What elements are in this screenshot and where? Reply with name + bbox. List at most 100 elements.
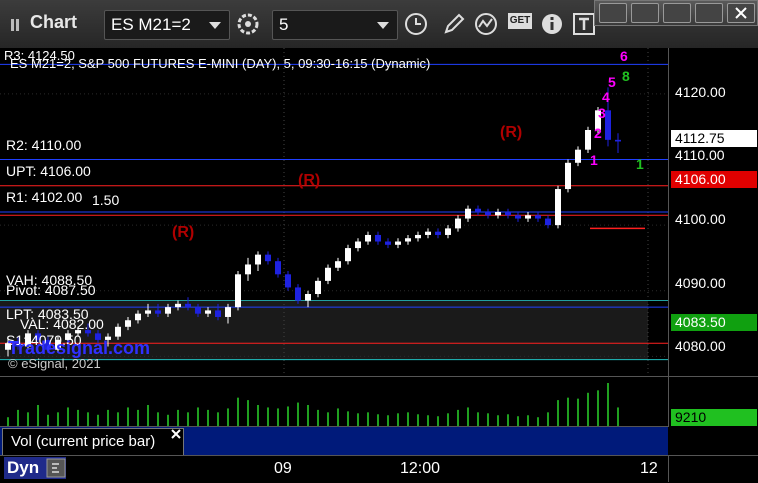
lpt-price-tag: 4083.50 — [671, 314, 757, 331]
candle-body — [325, 267, 331, 281]
volume-bar — [577, 398, 579, 427]
td-count: 1 — [590, 152, 598, 168]
volume-bar — [207, 409, 209, 427]
candle-body — [195, 307, 201, 314]
level-r1-extra: 1.50 — [92, 192, 120, 208]
td-count: 8 — [622, 68, 630, 84]
volume-bar — [27, 412, 29, 427]
link-icon[interactable] — [46, 458, 66, 478]
candle-body — [515, 215, 521, 219]
candle-body — [175, 303, 181, 308]
volume-bar — [107, 409, 109, 427]
candle-body — [145, 310, 151, 314]
pencil-icon[interactable] — [442, 12, 466, 36]
td-count: 4 — [602, 89, 610, 105]
grip-icon[interactable] — [10, 18, 24, 32]
candle-body — [265, 254, 271, 262]
volume-label-box[interactable]: Vol (current price bar) — [2, 428, 184, 456]
level-val: VAL: 4082.00 — [20, 316, 104, 332]
volume-bar — [557, 400, 559, 427]
candle-body — [615, 139, 621, 142]
window-title: Chart — [30, 12, 78, 32]
signal-r: (R) — [298, 172, 321, 189]
candle-body — [555, 189, 561, 226]
text-tool-icon[interactable] — [572, 12, 596, 36]
close-icon[interactable] — [727, 3, 755, 23]
volume-bar — [77, 409, 79, 427]
minimize-icon[interactable] — [663, 3, 691, 23]
candle-body — [475, 208, 481, 212]
candle-body — [395, 241, 401, 245]
volume-bar — [267, 407, 269, 427]
level-upt: UPT: 4106.00 — [6, 163, 91, 179]
candle-body — [295, 287, 301, 301]
candle-body — [285, 274, 291, 288]
dock-icon[interactable] — [631, 3, 659, 23]
candle-body — [385, 241, 391, 245]
volume-bar — [67, 407, 69, 427]
level-r1: R1: 4102.00 — [6, 189, 83, 205]
volume-bar — [187, 412, 189, 427]
interval-value: 5 — [279, 15, 289, 34]
copyright: © eSignal, 2021 — [8, 356, 101, 371]
chart-header: ES M21=2, S&P 500 FUTURES E-MINI (DAY), … — [10, 56, 431, 71]
candle-body — [445, 228, 451, 235]
volume-bar — [157, 412, 159, 427]
axis-tick: 4110.00 — [675, 147, 725, 163]
symbol-select[interactable]: ES M21=2 — [104, 10, 230, 40]
volume-bar — [457, 409, 459, 427]
volume-bar — [487, 413, 489, 427]
candle-body — [155, 310, 161, 314]
candle-body — [565, 162, 571, 190]
volume-bar — [327, 412, 329, 427]
candle-body — [125, 320, 131, 327]
clock-icon[interactable] — [404, 12, 428, 36]
gear-icon[interactable] — [236, 12, 260, 36]
volume-last-tag: 9210 — [671, 409, 757, 426]
volume-bar — [277, 408, 279, 427]
volume-bar — [447, 413, 449, 427]
volume-bar — [17, 409, 19, 427]
time-label: 09 — [274, 460, 292, 477]
volume-bar — [117, 412, 119, 427]
candle-body — [465, 208, 471, 219]
volume-bar — [287, 406, 289, 427]
get-icon[interactable]: GET — [508, 13, 532, 29]
chevron-down-icon — [209, 22, 221, 29]
candle-body — [305, 294, 311, 301]
price-axis[interactable]: 4120.00 4110.00 4100.00 4090.00 4080.00 … — [668, 48, 758, 376]
volume-bar — [467, 407, 469, 427]
volume-bar — [397, 413, 399, 427]
price-chart[interactable]: R3: 4124.50 ES M21=2, S&P 500 FUTURES E-… — [0, 48, 668, 376]
candle-body — [215, 310, 221, 317]
volume-bar — [247, 400, 249, 427]
volume-bar — [617, 407, 619, 427]
restore-icon[interactable] — [599, 3, 627, 23]
volume-canvas — [7, 383, 619, 427]
maximize-icon[interactable] — [695, 3, 723, 23]
volume-bar — [357, 413, 359, 427]
volume-bar — [147, 405, 149, 427]
upt-price-tag: 4106.00 — [671, 171, 757, 188]
axis-tick: 4080.00 — [675, 338, 726, 354]
info-icon[interactable] — [540, 12, 564, 36]
volume-bar — [127, 407, 129, 427]
volume-pane[interactable] — [0, 376, 668, 427]
axis-tick: 4090.00 — [675, 275, 726, 291]
interval-select[interactable]: 5 — [272, 10, 398, 40]
close-icon[interactable] — [170, 428, 182, 440]
window-controls — [594, 0, 758, 26]
indicator-icon[interactable] — [474, 12, 498, 36]
candle-body — [455, 218, 461, 229]
volume-bar — [547, 412, 549, 427]
volume-bar — [257, 405, 259, 427]
volume-bar — [597, 390, 599, 427]
level-pivot: Pivot: 4087.50 — [6, 282, 96, 298]
candle-body — [245, 264, 251, 275]
volume-bar — [477, 412, 479, 427]
candle-body — [365, 234, 371, 242]
candle-body — [535, 215, 541, 219]
candle-body — [355, 241, 361, 249]
volume-bar — [307, 405, 309, 427]
candle-body — [225, 307, 231, 317]
